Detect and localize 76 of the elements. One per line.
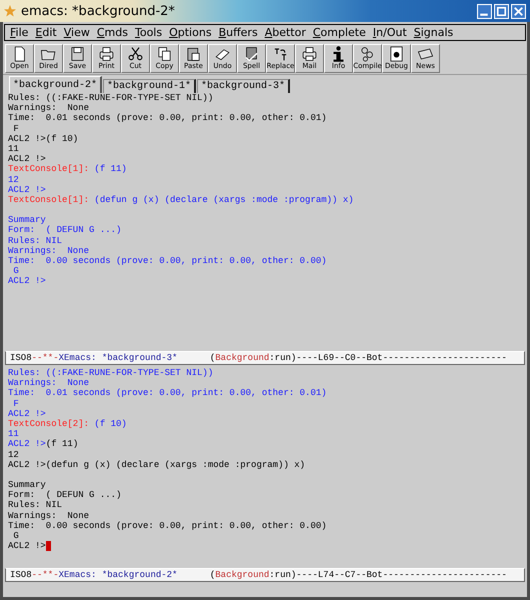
mode-line-text: :run)----L69--C0--Bot-----------------------: [269, 352, 507, 364]
console-text: Rules: NIL: [8, 236, 62, 246]
console-text: Time: 0.00 seconds (prove: 0.00, print: 0.00, other: 0.00): [8, 256, 327, 266]
console-text: ACL2 !>(f 10): [8, 134, 78, 144]
menu-item[interactable]: Complete: [312, 26, 366, 39]
console-text: Form: ( DEFUN G ...): [8, 490, 122, 500]
console-text: (defun g (x) (declare (xargs :mode :program)) x): [93, 194, 354, 206]
star-icon: [4, 5, 16, 17]
console-text: Time: 0.01 seconds (prove: 0.00, print: 0.00, other: 0.01): [8, 113, 327, 124]
console-text: ACL2 !>: [8, 439, 46, 450]
console-text: Warnings: None: [8, 246, 90, 256]
maximize-icon[interactable]: [494, 4, 509, 18]
mode-line-text: (: [208, 352, 216, 364]
console-text: Form: ( DEFUN G ...): [8, 225, 122, 236]
buffer-tab[interactable]: *background-1*: [103, 79, 196, 93]
menu-item[interactable]: Cmds: [96, 26, 128, 39]
printer-icon: [98, 46, 115, 62]
console-text: Warnings: None: [8, 103, 90, 114]
menu-item[interactable]: In/Out: [372, 26, 407, 39]
console-text: Warnings: None: [8, 510, 90, 521]
console-text: ACL2 !>: [8, 541, 46, 552]
console-text: TextConsole[2]:: [8, 418, 90, 430]
console-text: ACL2 !>: [8, 184, 46, 195]
console-text: ACL2 !>: [8, 276, 46, 287]
console-text: Time: 0.00 seconds (prove: 0.00, print: 0.00, other: 0.00): [8, 520, 327, 532]
minimize-icon[interactable]: [477, 4, 492, 18]
console-text: (f 11): [93, 164, 127, 175]
mode-line-text: --**-: [32, 352, 59, 364]
console-text: 11: [8, 144, 19, 154]
close-icon[interactable]: [511, 4, 526, 18]
console-text: G: [12, 531, 19, 542]
mode-line-text: Background: [215, 352, 270, 364]
console-text: (f 10): [93, 418, 127, 430]
mode-line-text: ISO8: [10, 352, 32, 364]
console-text: 12: [8, 450, 19, 460]
menu-item[interactable]: Tools: [134, 26, 162, 39]
clipboard-icon: [185, 46, 202, 62]
console-text: Rules: NIL: [8, 500, 62, 511]
mode-line-text: (: [208, 569, 216, 581]
console-text: Rules: ((:FAKE-RUNE-FOR-TYPE-SET NIL)): [8, 368, 214, 378]
console-text: Time: 0.01 seconds (prove: 0.00, print: 0.00, other: 0.01): [8, 388, 327, 399]
menu-item[interactable]: View: [64, 26, 90, 39]
mode-line-text: :run)----L74--C7--Bot-----------------------: [269, 569, 507, 581]
buffer-tab[interactable]: *background-2*: [9, 76, 102, 93]
console-text: Rules: ((:FAKE-RUNE-FOR-TYPE-SET NIL)): [8, 93, 214, 104]
console-text: Warnings: None: [8, 378, 90, 388]
copy-icon: [156, 46, 173, 62]
console-text: Summary: [8, 215, 46, 226]
menu-item[interactable]: Options: [169, 26, 212, 39]
menu-item[interactable]: File: [10, 26, 28, 39]
console-text: ACL2 !>: [8, 408, 46, 419]
menu-item[interactable]: Signals: [414, 26, 454, 39]
console-text: TextConsole[1]:: [8, 164, 90, 175]
mode-line-text: --**-: [32, 569, 59, 581]
mode-line-text: XEmacs: *background-2*: [58, 569, 178, 581]
menu-item[interactable]: Edit: [35, 26, 57, 39]
console-text: 11: [8, 429, 19, 440]
console-text: (f 11): [46, 439, 78, 450]
console-text: F: [12, 124, 19, 134]
console-text: 12: [8, 174, 19, 185]
console-text: F: [12, 398, 19, 409]
menu-item[interactable]: Abettor: [264, 26, 306, 39]
scissors-icon: [127, 46, 144, 62]
replace-icon: [272, 46, 289, 62]
window-title: emacs: *background-2*: [21, 4, 176, 18]
buffer-tab[interactable]: *background-3*: [197, 79, 290, 93]
console-text: Summary: [8, 480, 46, 490]
console-text: ACL2 !>(defun g (x) (declare (xargs :mode :program)) x): [8, 460, 306, 470]
mode-line-text: XEmacs: *background-3*: [58, 352, 178, 364]
console-text: TextConsole[1]:: [8, 194, 90, 206]
mode-line-text: ISO8: [10, 569, 32, 581]
console-text: G: [12, 266, 19, 276]
mail-icon: [301, 46, 318, 62]
mode-line-text: Background: [215, 569, 270, 581]
console-text: ACL2 !>: [8, 154, 46, 164]
menu-item[interactable]: Buffers: [218, 26, 258, 39]
